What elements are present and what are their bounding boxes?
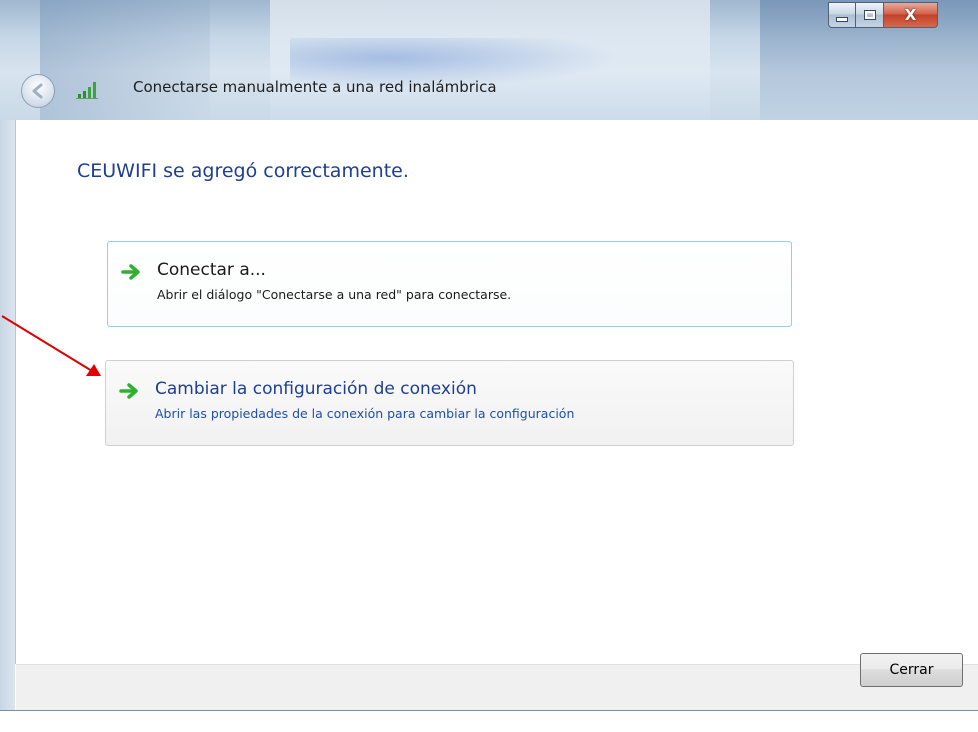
green-arrow-icon xyxy=(119,383,138,399)
connect-to-title: Conectar a... xyxy=(157,260,266,280)
back-button[interactable] xyxy=(21,74,55,108)
dialog-footer xyxy=(16,664,978,711)
back-arrow-icon xyxy=(32,83,43,99)
wifi-signal-icon xyxy=(76,82,98,99)
close-window-button[interactable]: X xyxy=(884,2,938,28)
close-icon: X xyxy=(904,6,917,24)
red-annotation-arrow-icon xyxy=(1,315,101,376)
minimize-icon xyxy=(836,16,848,22)
maximize-icon xyxy=(863,10,876,20)
green-arrow-icon xyxy=(121,264,140,280)
caption-buttons: X xyxy=(828,2,938,30)
dialog-title: Conectarse manualmente a una red inalámb… xyxy=(133,78,497,96)
close-button[interactable]: Cerrar xyxy=(860,653,963,687)
change-settings-title: Cambiar la configuración de conexión xyxy=(155,379,477,399)
window-bottom-border xyxy=(0,710,978,732)
page-heading: CEUWIFI se agregó correctamente. xyxy=(77,160,409,182)
change-connection-settings-option[interactable]: Cambiar la configuración de conexión Abr… xyxy=(105,360,794,446)
change-settings-description: Abrir las propiedades de la conexión par… xyxy=(155,406,575,421)
connect-to-option[interactable]: Conectar a... Abrir el diálogo "Conectar… xyxy=(107,241,792,327)
connect-to-description: Abrir el diálogo "Conectarse a una red" … xyxy=(157,287,512,302)
minimize-button[interactable] xyxy=(828,2,856,28)
maximize-button[interactable] xyxy=(856,2,884,28)
